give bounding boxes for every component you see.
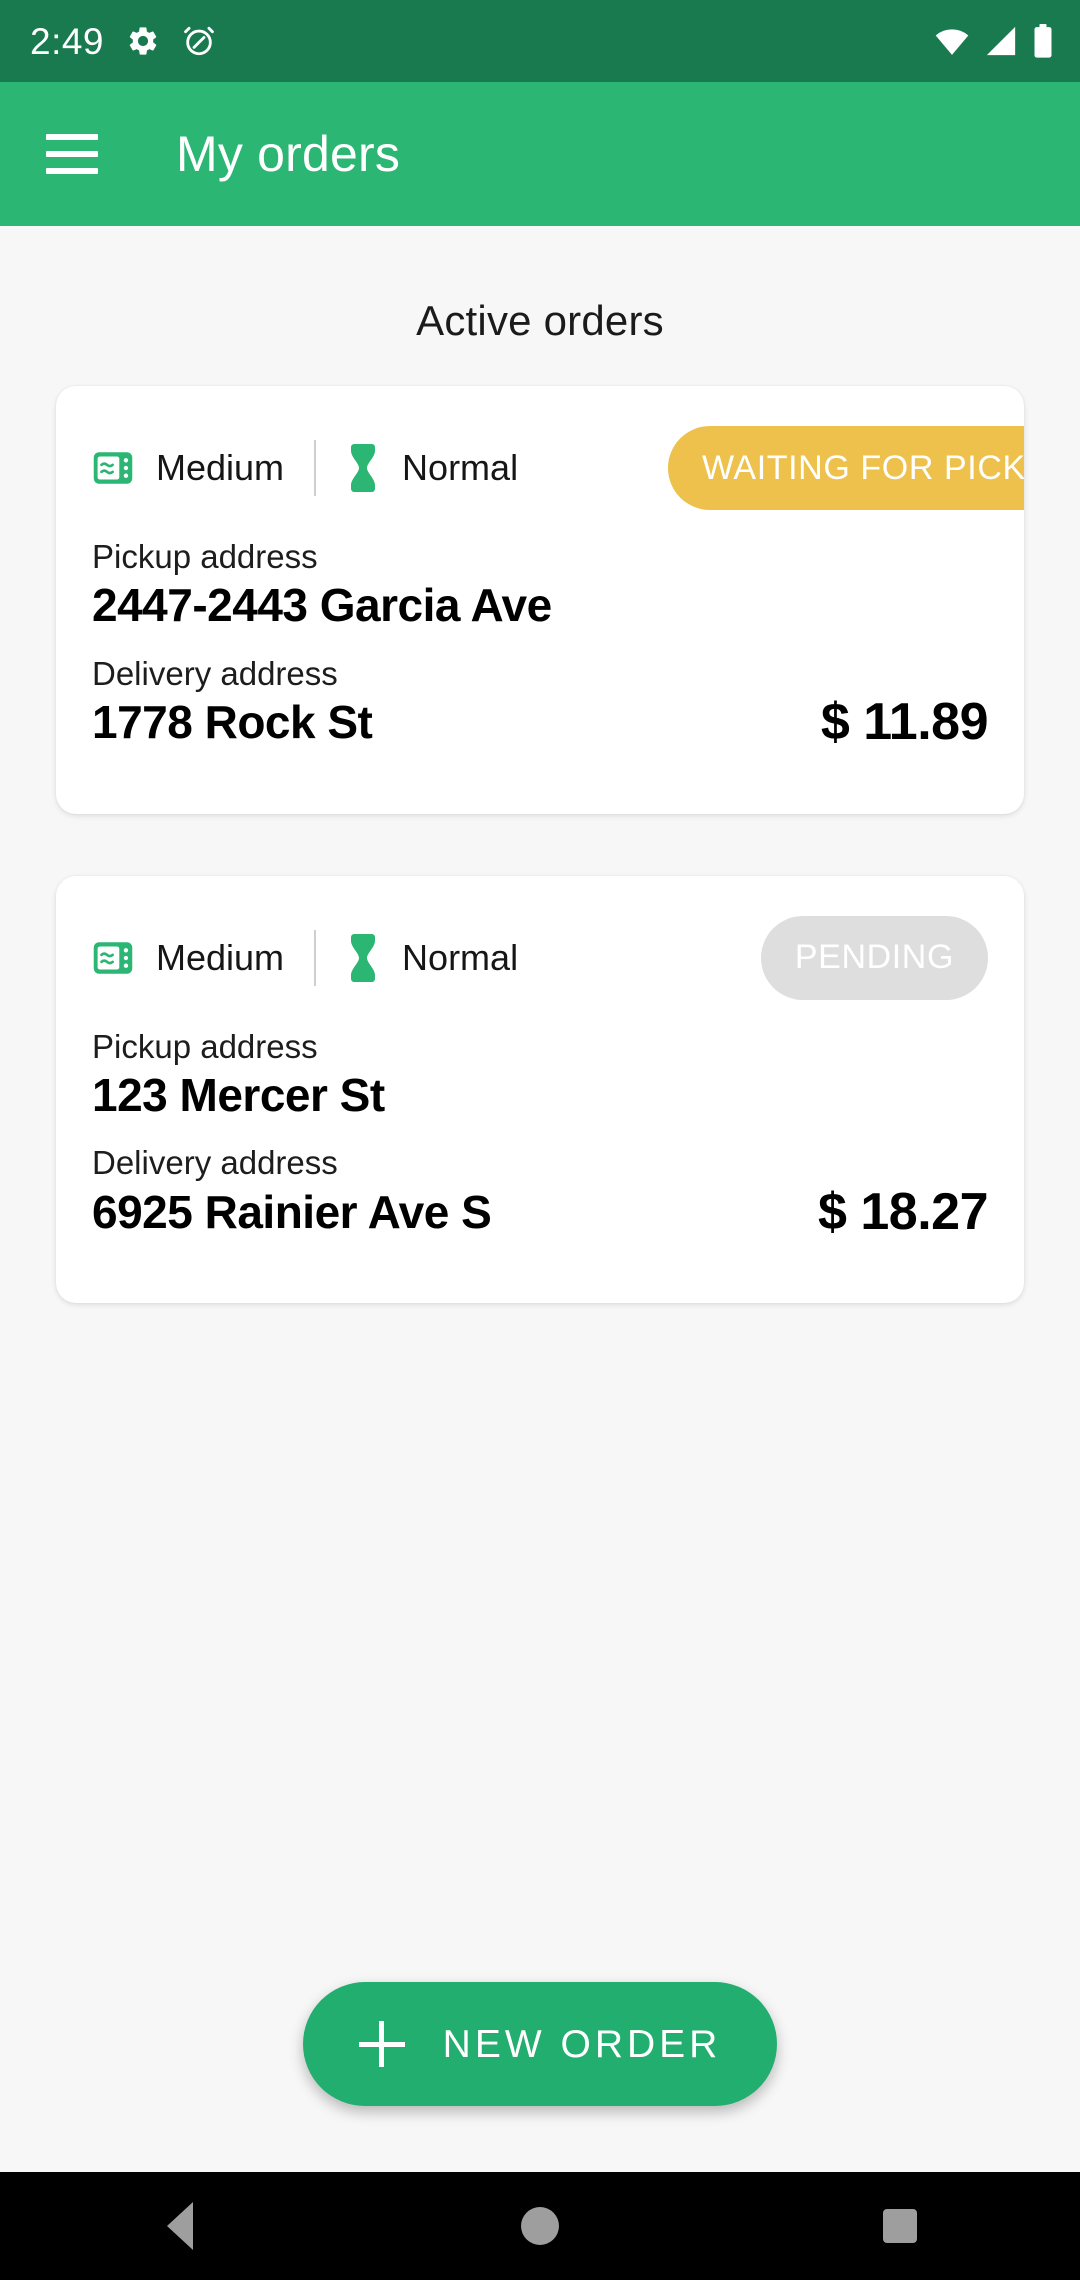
battery-icon <box>1034 24 1052 58</box>
plus-icon <box>358 2021 405 2067</box>
status-badge: PENDING <box>760 915 988 1000</box>
status-badge: WAITING FOR PICKUP <box>668 426 1024 510</box>
section-title: Active orders <box>416 297 664 344</box>
hamburger-line <box>46 151 98 157</box>
order-card[interactable]: Medium Normal PENDING Pickup address 123… <box>56 875 1024 1303</box>
meta-divider <box>314 929 317 986</box>
content-area: Active orders Medium Normal WAITING FOR … <box>0 226 1080 2172</box>
pickup-address-block: Pickup address 2447-2443 Garcia Ave <box>92 536 988 635</box>
home-circle-icon <box>521 2207 559 2245</box>
new-order-label: NEW ORDER <box>442 2022 722 2066</box>
delivery-address-value: 6925 Rainier Ave S <box>92 1185 492 1238</box>
meta-divider <box>314 440 317 496</box>
delivery-address-row: 6925 Rainier Ave S $ 18.27 <box>92 1182 989 1242</box>
pickup-address-value: 123 Mercer St <box>92 1068 385 1121</box>
status-bar: 2:49 <box>0 0 1080 82</box>
delivery-address-block: Delivery address 1778 Rock St $ 11.89 <box>92 653 989 752</box>
hourglass-icon <box>351 933 376 982</box>
order-price: $ 18.27 <box>818 1182 989 1241</box>
order-size-label: Medium <box>156 447 285 488</box>
hamburger-menu-icon[interactable] <box>46 134 98 174</box>
app-bar: My orders <box>0 82 1080 226</box>
order-card-header: Medium Normal PENDING <box>92 915 988 1000</box>
hamburger-line <box>46 168 98 174</box>
page-title: My orders <box>176 126 401 182</box>
delivery-address-label: Delivery address <box>92 654 338 692</box>
pickup-address-label: Pickup address <box>92 1027 318 1065</box>
order-speed-label: Normal <box>402 447 519 488</box>
order-size-group: Medium <box>92 937 284 979</box>
orders-list: Medium Normal WAITING FOR PICKUP Pickup … <box>0 342 1080 1303</box>
delivery-address-value: 1778 Rock St <box>92 696 373 748</box>
recents-square-icon <box>883 2209 917 2243</box>
package-size-icon <box>93 941 133 974</box>
back-triangle-icon <box>167 2202 193 2250</box>
order-card-header: Medium Normal WAITING FOR PICKUP <box>92 426 1024 510</box>
order-speed-label: Normal <box>402 936 519 978</box>
pickup-address-value: 2447-2443 Garcia Ave <box>92 579 552 632</box>
delivery-address-block: Delivery address 6925 Rainier Ave S $ 18… <box>92 1142 989 1242</box>
settings-gear-icon <box>129 27 157 55</box>
status-bar-right <box>934 24 1054 58</box>
nav-home-button[interactable] <box>465 2172 615 2280</box>
order-size-group: Medium <box>92 447 284 489</box>
nav-back-button[interactable] <box>105 2172 255 2280</box>
nav-recents-button[interactable] <box>825 2172 975 2280</box>
alarm-clock-icon <box>184 26 214 56</box>
package-size-icon <box>93 452 133 484</box>
pickup-address-block: Pickup address 123 Mercer St <box>92 1026 988 1125</box>
fab-container: NEW ORDER <box>0 1982 1080 2106</box>
phone-screen: 2:49 My orders Active orders Medium Norm… <box>0 0 1080 2280</box>
pickup-address-label: Pickup address <box>92 538 318 575</box>
status-bar-clock: 2:49 <box>30 20 105 62</box>
hourglass-icon <box>351 444 376 492</box>
order-price: $ 11.89 <box>820 693 989 752</box>
delivery-address-row: 1778 Rock St $ 11.89 <box>92 693 989 752</box>
order-size-label: Medium <box>156 936 285 978</box>
new-order-button[interactable]: NEW ORDER <box>302 1982 778 2106</box>
order-speed-group: Normal <box>346 444 518 492</box>
status-bar-left: 2:49 <box>30 23 216 60</box>
android-nav-bar <box>0 2172 1080 2280</box>
delivery-address-label: Delivery address <box>92 1144 338 1182</box>
wifi-icon <box>935 29 969 55</box>
order-card[interactable]: Medium Normal WAITING FOR PICKUP Pickup … <box>56 386 1024 814</box>
order-speed-group: Normal <box>346 933 519 982</box>
hamburger-line <box>46 134 98 140</box>
cellular-signal-icon <box>986 26 1016 56</box>
